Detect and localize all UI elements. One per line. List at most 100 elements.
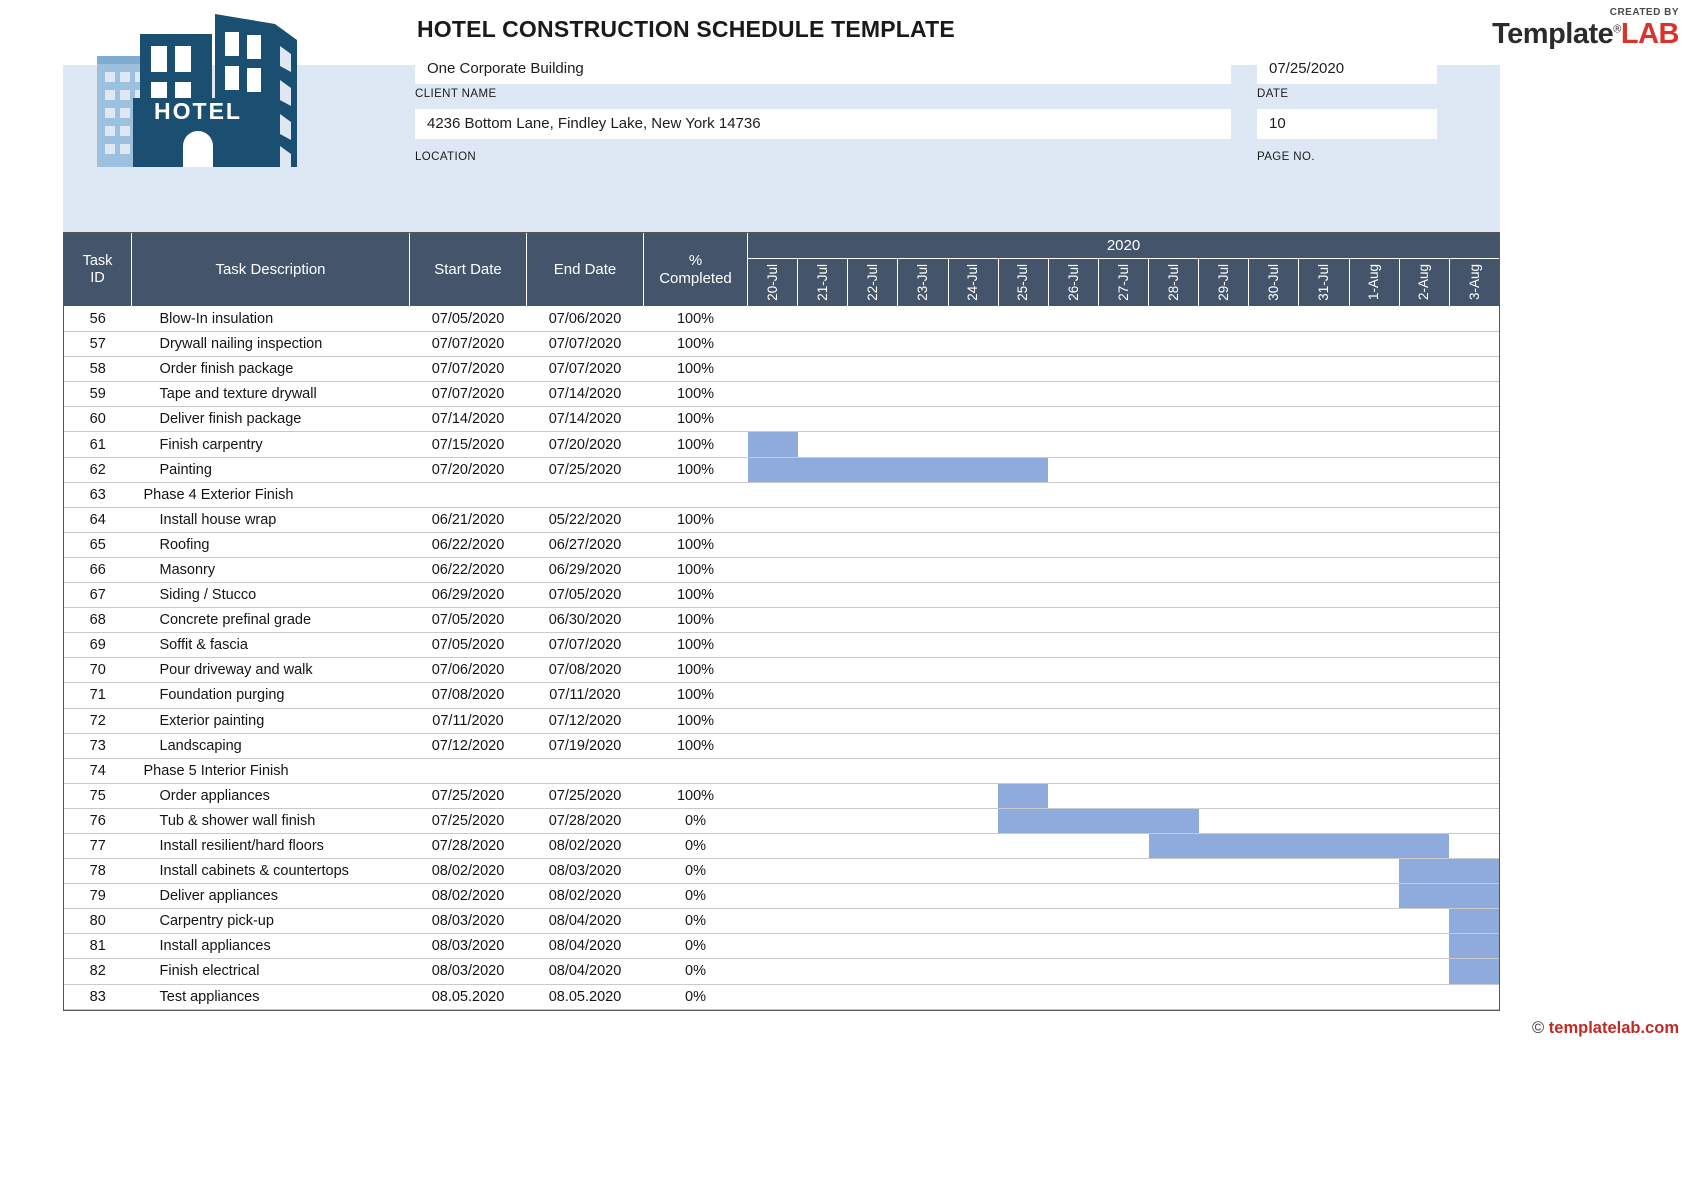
task-id-cell: 60 [63, 406, 132, 433]
table-row[interactable]: 56 Blow-In insulation 07/05/2020 07/06/2020… [63, 306, 1500, 333]
gantt-cell [1148, 833, 1450, 860]
gantt-cell [1399, 783, 1450, 809]
gantt-cell [998, 532, 1049, 558]
gantt-cell [1198, 557, 1249, 584]
gantt-cell [1349, 958, 1400, 985]
gantt-cell [1248, 858, 1299, 885]
table-row[interactable]: 80 Carpentry pick-up 08/03/2020 08/04/2020 0… [63, 908, 1500, 935]
table-row[interactable]: 81 Install appliances 08/03/2020 08/04/2020… [63, 933, 1500, 960]
table-row[interactable]: 67 Siding / Stucco 06/29/2020 07/05/2020 100… [63, 582, 1500, 609]
gantt-cell [847, 708, 898, 734]
end-date-cell: 08/04/2020 [526, 908, 644, 935]
gantt-cell [1098, 908, 1149, 935]
table-row[interactable]: 65 Roofing 06/22/2020 06/27/2020 100% [63, 532, 1500, 558]
gantt-cell [1349, 607, 1400, 634]
gantt-cell [797, 808, 848, 834]
table-head: Task ID Task Description Start Date End … [63, 232, 1501, 307]
table-row[interactable]: 61 Finish carpentry 07/15/2020 07/20/2020 10… [63, 431, 1500, 458]
gantt-cell [1298, 507, 1349, 533]
task-description-cell: Tub & shower wall finish [131, 808, 410, 834]
table-row[interactable]: 79 Deliver appliances 08/02/2020 08/02/2020… [63, 883, 1500, 910]
end-date-cell [526, 482, 644, 508]
table-row[interactable]: 57 Drywall nailing inspection 07/07/2020 07… [63, 331, 1500, 358]
gantt-bar [1399, 859, 1500, 884]
location-field[interactable]: 4236 Bottom Lane, Findley Lake, New York… [415, 109, 1231, 139]
table-row[interactable]: 72 Exterior painting 07/11/2020 07/12/2020 1… [63, 708, 1500, 734]
table-row[interactable]: 63 Phase 4 Exterior Finish [63, 482, 1500, 508]
gantt-cell [1048, 984, 1099, 1010]
gantt-cell [747, 431, 798, 458]
gantt-cell [797, 356, 848, 383]
gantt-cell [1048, 406, 1099, 433]
table-row[interactable]: 70 Pour driveway and walk 07/06/2020 07/08/… [63, 657, 1500, 684]
gantt-cell [1148, 984, 1199, 1010]
table-row[interactable]: 68 Concrete prefinal grade 07/05/2020 06/30… [63, 607, 1500, 634]
table-row[interactable]: 66 Masonry 06/22/2020 06/29/2020 100% [63, 557, 1500, 584]
gantt-cell [847, 958, 898, 985]
table-row[interactable]: 71 Foundation purging 07/08/2020 07/11/2020… [63, 682, 1500, 709]
gantt-cell [1248, 356, 1299, 383]
table-row[interactable]: 69 Soffit & fascia 07/05/2020 07/07/2020 100… [63, 632, 1500, 659]
gantt-cell [1048, 532, 1099, 558]
footer-site-link[interactable]: templatelab.com [1549, 1019, 1679, 1037]
table-row[interactable]: 59 Tape and texture drywall 07/07/2020 07/1… [63, 381, 1500, 408]
task-description-cell: Order appliances [131, 783, 410, 809]
table-row[interactable]: 74 Phase 5 Interior Finish [63, 758, 1500, 784]
gantt-cell [948, 783, 999, 809]
gantt-cell [897, 708, 948, 734]
page-no-field[interactable]: 10 [1257, 109, 1437, 139]
table-row[interactable]: 77 Install resilient/hard floors 07/28/202… [63, 833, 1500, 860]
gantt-cell [948, 381, 999, 408]
gantt-cell [1148, 657, 1199, 684]
table-row[interactable]: 78 Install cabinets & countertops 08/02/20… [63, 858, 1500, 885]
start-date-cell: 07/12/2020 [409, 733, 527, 759]
gantt-cell [1048, 733, 1099, 759]
start-date-cell: 07/25/2020 [409, 808, 527, 834]
gantt-cell [1298, 331, 1349, 358]
gantt-cell [1449, 632, 1500, 659]
gantt-cell [1248, 632, 1299, 659]
percent-completed-cell: 0% [643, 984, 748, 1010]
gantt-cell [1449, 356, 1500, 383]
gantt-cell [747, 933, 798, 960]
day-label: 24-Jul [965, 264, 981, 301]
table-row[interactable]: 73 Landscaping 07/12/2020 07/19/2020 100% [63, 733, 1500, 759]
gantt-cell [998, 431, 1049, 458]
gantt-cell [1048, 758, 1099, 784]
table-row[interactable]: 76 Tub & shower wall finish 07/25/2020 07/2… [63, 808, 1500, 834]
task-id-cell: 68 [63, 607, 132, 634]
gantt-cell [1148, 381, 1199, 408]
table-row[interactable]: 82 Finish electrical 08/03/2020 08/04/2020 0… [63, 958, 1500, 985]
task-id-cell: 78 [63, 858, 132, 885]
gantt-cell [1399, 306, 1450, 333]
gantt-cell [998, 507, 1049, 533]
start-date-cell: 06/21/2020 [409, 507, 527, 533]
date-field[interactable]: 07/25/2020 [1257, 54, 1437, 84]
gantt-cell [747, 381, 798, 408]
table-row[interactable]: 64 Install house wrap 06/21/2020 05/22/2020… [63, 507, 1500, 533]
task-id-cell: 76 [63, 808, 132, 834]
gantt-cell [897, 657, 948, 684]
gantt-cell [1098, 682, 1149, 709]
table-row[interactable]: 62 Painting 07/20/2020 07/25/2020 100% [63, 457, 1500, 483]
gantt-cell [1449, 607, 1500, 634]
gantt-cell [948, 858, 999, 885]
gantt-cell [948, 482, 999, 508]
end-date-cell: 07/08/2020 [526, 657, 644, 684]
table-row[interactable]: 75 Order appliances 07/25/2020 07/25/2020 10… [63, 783, 1500, 809]
start-date-cell: 07/07/2020 [409, 331, 527, 358]
gantt-cell [797, 733, 848, 759]
percent-completed-cell: 100% [643, 733, 748, 759]
gantt-cell [1298, 632, 1349, 659]
table-row[interactable]: 58 Order finish package 07/07/2020 07/07/20… [63, 356, 1500, 383]
table-row[interactable]: 83 Test appliances 08.05.2020 08.05.2020 0% [63, 984, 1500, 1010]
gantt-cell [1048, 908, 1099, 935]
gantt-cell [1449, 532, 1500, 558]
client-name-field[interactable]: One Corporate Building [415, 54, 1231, 84]
gantt-cell [1248, 306, 1299, 333]
gantt-bar [1449, 934, 1500, 959]
gantt-cell [897, 557, 948, 584]
gantt-cell [1298, 908, 1349, 935]
end-date-cell: 06/29/2020 [526, 557, 644, 584]
table-row[interactable]: 60 Deliver finish package 07/14/2020 07/14/… [63, 406, 1500, 433]
